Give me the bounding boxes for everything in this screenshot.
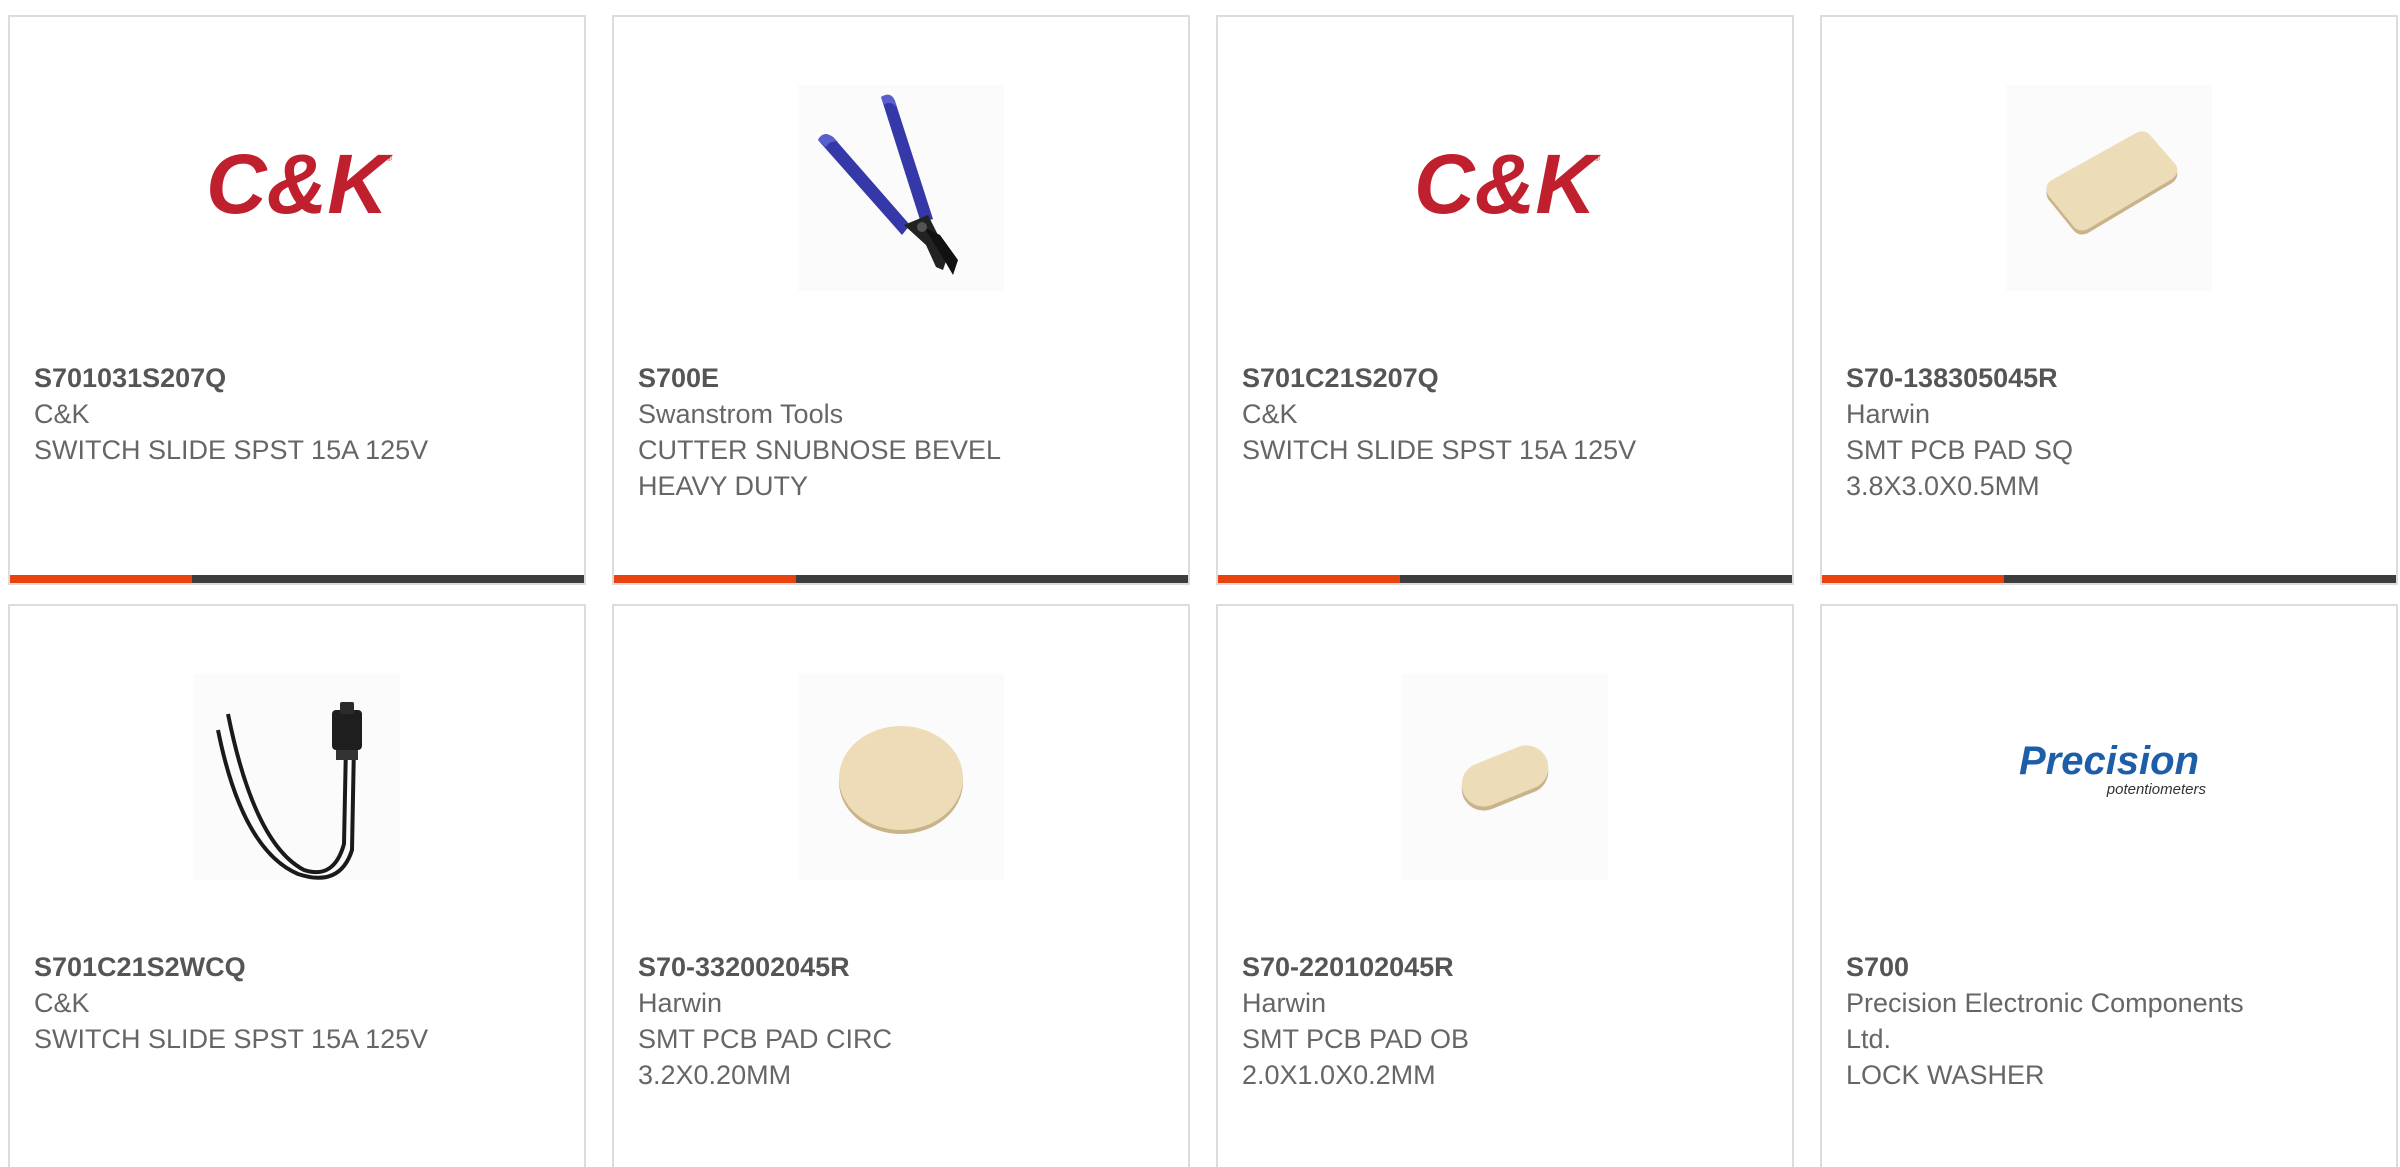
description: SMT PCB PAD CIRC 3.2X0.20MM: [638, 1024, 893, 1090]
ck-logo-icon: C&K ®: [1414, 137, 1601, 231]
product-card[interactable]: S70-332002045R Harwin SMT PCB PAD CIRC 3…: [612, 604, 1190, 1167]
product-card[interactable]: S70-138305045R Harwin SMT PCB PAD SQ 3.8…: [1820, 15, 2398, 585]
part-number[interactable]: S70-220102045R: [1242, 949, 1762, 985]
product-image[interactable]: C&K ®: [194, 85, 400, 291]
manufacturer: C&K: [34, 988, 90, 1018]
manufacturer: C&K: [1242, 399, 1298, 429]
product-image[interactable]: [2006, 85, 2212, 291]
part-number[interactable]: S701C21S207Q: [1242, 360, 1762, 396]
description: CUTTER SNUBNOSE BEVEL HEAVY DUTY: [638, 435, 1001, 501]
part-number[interactable]: S700: [1846, 949, 2366, 985]
card-footer-bar: [1822, 575, 2396, 583]
product-card[interactable]: C&K ® S701C21S207Q C&K SWITCH SLIDE SPST…: [1216, 15, 1794, 585]
wired-slide-switch-icon: [194, 674, 400, 880]
part-number[interactable]: S70-138305045R: [1846, 360, 2366, 396]
product-card[interactable]: C&K ® S701031S207Q C&K SWITCH SLIDE SPST…: [8, 15, 586, 585]
description: SMT PCB PAD SQ 3.8X3.0X0.5MM: [1846, 435, 2074, 501]
product-image[interactable]: C&K ®: [1402, 85, 1608, 291]
card-footer-accent: [614, 575, 796, 583]
oblong-gold-pad-icon: [1402, 674, 1608, 880]
ck-logo-icon: C&K ®: [206, 137, 393, 231]
round-gold-pad-icon: [798, 674, 1004, 880]
svg-text:C&K: C&K: [206, 137, 393, 231]
product-card[interactable]: S701C21S2WCQ C&K SWITCH SLIDE SPST 15A 1…: [8, 604, 586, 1167]
card-footer-bar: [1218, 575, 1792, 583]
svg-text:potentiometers: potentiometers: [2106, 781, 2207, 798]
product-image[interactable]: Precision potentiometers: [2006, 674, 2212, 880]
product-info: S70-138305045R Harwin SMT PCB PAD SQ 3.8…: [1846, 360, 2366, 504]
manufacturer: Harwin: [1846, 399, 1931, 429]
square-gold-pad-icon: [2006, 85, 2212, 291]
product-info: S701031S207Q C&K SWITCH SLIDE SPST 15A 1…: [34, 360, 554, 468]
svg-text:C&K: C&K: [1414, 137, 1601, 231]
description: SWITCH SLIDE SPST 15A 125V: [1242, 435, 1637, 465]
svg-text:®: ®: [1594, 154, 1600, 163]
product-image[interactable]: [798, 674, 1004, 880]
product-info: S70-332002045R Harwin SMT PCB PAD CIRC 3…: [638, 949, 1158, 1093]
part-number[interactable]: S701C21S2WCQ: [34, 949, 554, 985]
manufacturer: C&K: [34, 399, 90, 429]
svg-text:®: ®: [386, 154, 392, 163]
card-footer-accent: [10, 575, 192, 583]
svg-text:Precision: Precision: [2019, 739, 2199, 783]
part-number[interactable]: S700E: [638, 360, 1158, 396]
card-footer-accent: [1822, 575, 2004, 583]
product-info: S701C21S207Q C&K SWITCH SLIDE SPST 15A 1…: [1242, 360, 1762, 468]
product-image[interactable]: [798, 85, 1004, 291]
manufacturer: Harwin: [638, 988, 723, 1018]
card-footer-bar: [614, 575, 1188, 583]
part-number[interactable]: S701031S207Q: [34, 360, 554, 396]
manufacturer: Precision Electronic Components Ltd.: [1846, 988, 2244, 1054]
product-image[interactable]: [1402, 674, 1608, 880]
product-info: S70-220102045R Harwin SMT PCB PAD OB 2.0…: [1242, 949, 1762, 1093]
product-grid: C&K ® S701031S207Q C&K SWITCH SLIDE SPST…: [0, 0, 2400, 1167]
product-info: S701C21S2WCQ C&K SWITCH SLIDE SPST 15A 1…: [34, 949, 554, 1057]
snubnose-cutter-icon: [798, 85, 1004, 291]
manufacturer: Harwin: [1242, 988, 1327, 1018]
description: SWITCH SLIDE SPST 15A 125V: [34, 1024, 429, 1054]
part-number[interactable]: S70-332002045R: [638, 949, 1158, 985]
description: SWITCH SLIDE SPST 15A 125V: [34, 435, 429, 465]
product-card[interactable]: S70-220102045R Harwin SMT PCB PAD OB 2.0…: [1216, 604, 1794, 1167]
card-footer-bar: [10, 575, 584, 583]
product-info: S700 Precision Electronic Components Ltd…: [1846, 949, 2366, 1093]
product-image[interactable]: [194, 674, 400, 880]
precision-logo-icon: Precision potentiometers: [2019, 739, 2207, 798]
card-footer-accent: [1218, 575, 1400, 583]
description: LOCK WASHER: [1846, 1060, 2045, 1090]
manufacturer: Swanstrom Tools: [638, 399, 844, 429]
description: SMT PCB PAD OB 2.0X1.0X0.2MM: [1242, 1024, 1470, 1090]
product-card[interactable]: S700E Swanstrom Tools CUTTER SNUBNOSE BE…: [612, 15, 1190, 585]
product-card[interactable]: Precision potentiometers S700 Precision …: [1820, 604, 2398, 1167]
product-info: S700E Swanstrom Tools CUTTER SNUBNOSE BE…: [638, 360, 1158, 504]
